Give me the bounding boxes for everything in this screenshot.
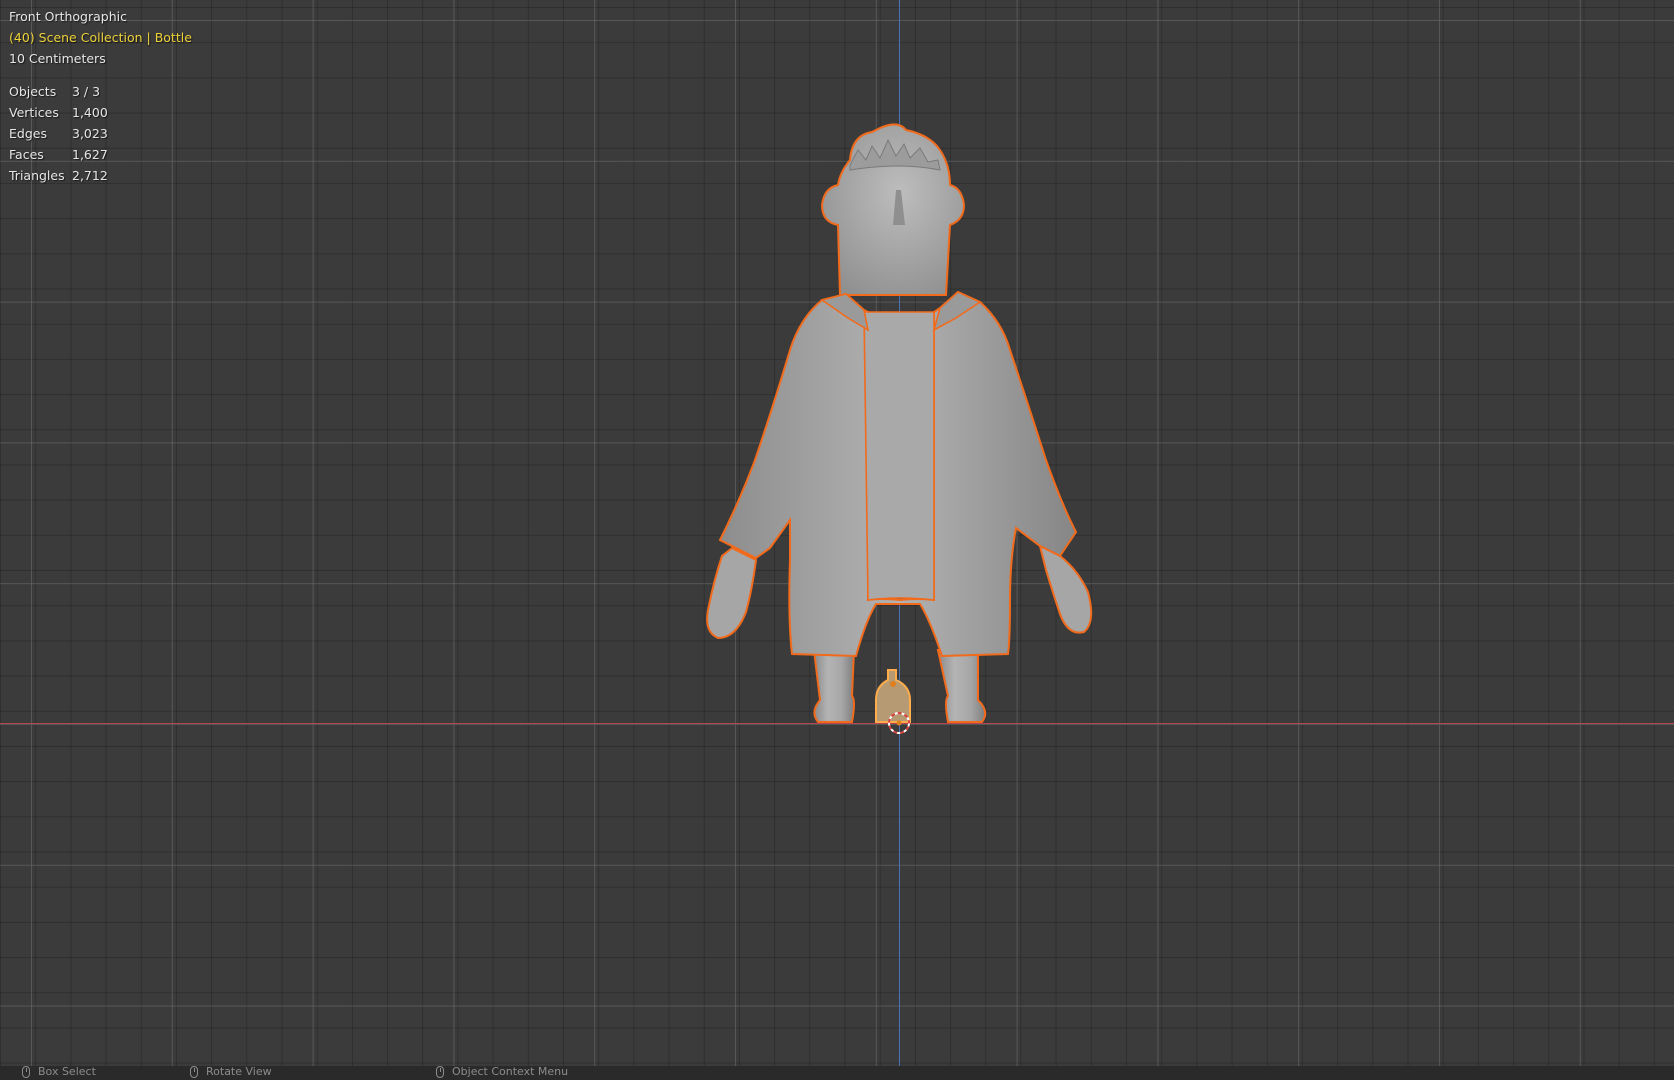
scale-info: 10 Centimeters	[9, 51, 106, 66]
scene-statistics: Objects 3 / 3 Vertices 1,400 Edges 3,023…	[9, 81, 192, 186]
collection-info: (40) Scene Collection | Bottle	[9, 30, 192, 45]
3d-viewport[interactable]: Front Orthographic (40) Scene Collection…	[0, 0, 1674, 1066]
stat-value: 1,627	[72, 147, 108, 162]
stat-value: 2,712	[72, 168, 108, 183]
status-label: Box Select	[38, 1066, 96, 1078]
status-label: Rotate View	[206, 1066, 272, 1078]
viewport-info-overlay: Front Orthographic (40) Scene Collection…	[9, 6, 192, 186]
status-item-rotate-view: Rotate View	[190, 1066, 272, 1080]
stat-value: 3,023	[72, 126, 108, 141]
mouse-left-icon	[22, 1066, 30, 1078]
view-name: Front Orthographic	[9, 9, 127, 24]
status-item-context-menu: Object Context Menu	[436, 1066, 568, 1080]
stat-value: 1,400	[72, 105, 108, 120]
status-bar: Box Select Rotate View Object Context Me…	[0, 1066, 1674, 1080]
stat-value: 3 / 3	[72, 84, 101, 99]
scene-model	[706, 123, 1093, 734]
stat-label: Vertices	[9, 105, 59, 120]
stat-label: Faces	[9, 147, 44, 162]
stat-label: Triangles	[9, 168, 65, 183]
stat-label: Objects	[9, 84, 57, 99]
stat-label: Edges	[9, 126, 47, 141]
mouse-middle-icon	[190, 1066, 198, 1078]
status-label: Object Context Menu	[452, 1066, 569, 1078]
character-left-leg	[812, 649, 856, 723]
mouse-right-icon	[436, 1066, 444, 1078]
status-item-box-select: Box Select	[22, 1066, 96, 1080]
character-left-hand	[706, 546, 758, 640]
character-mesh[interactable]	[706, 123, 1093, 723]
character-right-leg	[936, 649, 987, 723]
character-right-hand	[1038, 544, 1093, 634]
